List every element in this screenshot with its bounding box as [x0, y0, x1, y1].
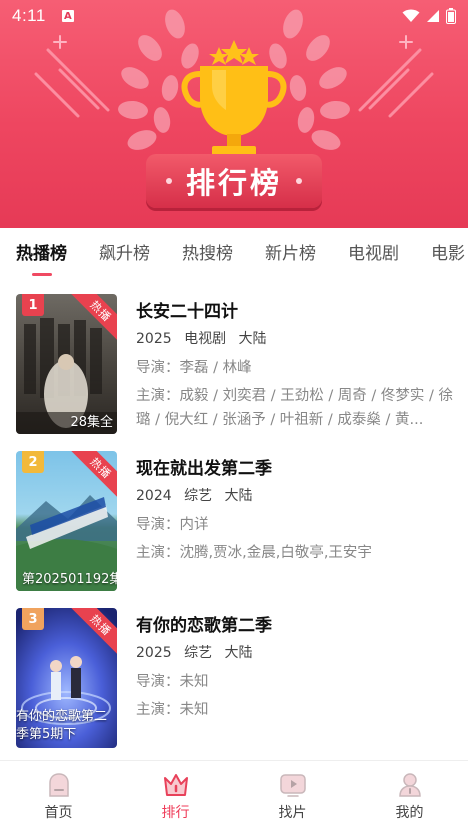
poster-image[interactable]: 1 热播 28集全: [16, 294, 117, 434]
tab-tv[interactable]: 电视剧: [348, 236, 399, 276]
crown-icon: [163, 773, 188, 796]
list-item[interactable]: 1 热播 28集全 长安二十四计 2025 电视剧 大陆 导演：李磊 / 林峰 …: [0, 284, 468, 434]
nav-find[interactable]: 找片: [234, 761, 351, 832]
nav-home[interactable]: 首页: [0, 761, 117, 832]
rank-badge: 3: [22, 608, 44, 630]
item-title: 现在就出发第二季: [136, 459, 272, 479]
battery-icon: [446, 8, 456, 24]
episode-label: 28集全: [70, 415, 113, 430]
play-icon: [279, 773, 306, 797]
item-year: 2025: [136, 645, 172, 661]
item-region: 大陆: [224, 645, 253, 661]
item-genre: 综艺: [184, 488, 213, 504]
status-time: 4:11: [12, 6, 46, 25]
item-title: 有你的恋歌第二季: [136, 616, 272, 636]
nav-rank[interactable]: 排行: [117, 761, 234, 832]
item-cast: 主演：沈腾,贾冰,金晨,白敬亭,王安宇: [136, 545, 372, 561]
rank-badge: 2: [22, 451, 44, 473]
item-meta: 2024 综艺 大陆: [136, 485, 456, 505]
nav-label: 我的: [395, 804, 424, 821]
poster-image[interactable]: 3 热播 有你的恋歌第二季第5期下: [16, 608, 117, 748]
episode-label: 有你的恋歌第二季第5期下: [16, 709, 108, 742]
tab-search[interactable]: 热搜榜: [182, 236, 233, 276]
wifi-icon: [402, 9, 420, 22]
banner-dot: [165, 178, 172, 184]
item-year: 2025: [136, 331, 172, 347]
status-bar: 4:11 A: [0, 0, 468, 32]
episode-label: 第202501192集: [22, 572, 117, 587]
banner-dot: [296, 178, 302, 184]
item-genre: 电视剧: [184, 331, 227, 347]
item-director: 导演：内详: [136, 517, 209, 533]
nav-mine[interactable]: 我的: [351, 761, 468, 832]
item-title: 长安二十四计: [136, 302, 238, 322]
item-info: 现在就出发第二季 2024 综艺 大陆 导演：内详 主演：沈腾,贾冰,金晨,白敬…: [136, 455, 456, 565]
item-director: 导演：李磊 / 林峰: [136, 360, 252, 376]
tab-hot[interactable]: 热播榜: [16, 236, 67, 276]
item-meta: 2025 综艺 大陆: [136, 642, 456, 662]
nav-label: 排行: [161, 804, 190, 821]
bottom-nav: 首页 排行 找片 我的: [0, 760, 468, 832]
rank-badge: 1: [22, 294, 44, 316]
page-title: 排行榜: [185, 166, 282, 200]
rank-tabs: 热播榜 飙升榜 热搜榜 新片榜 电视剧 电影: [0, 228, 468, 284]
tab-movie[interactable]: 电影: [431, 236, 465, 276]
item-year: 2024: [136, 488, 172, 504]
user-icon: [398, 772, 421, 797]
list-item[interactable]: 3 热播 有你的恋歌第二季第5期下 有你的恋歌第二季 2025 综艺 大陆 导演…: [0, 598, 468, 748]
home-icon: [48, 772, 69, 797]
item-region: 大陆: [238, 331, 267, 347]
item-cast: 主演：未知: [136, 702, 209, 718]
tab-rising[interactable]: 飙升榜: [99, 236, 150, 276]
item-info: 长安二十四计 2025 电视剧 大陆 导演：李磊 / 林峰 主演：成毅 / 刘奕…: [136, 298, 456, 432]
rank-banner: 排行榜: [146, 154, 322, 208]
list-item[interactable]: 2 热播 第202501192集 现在就出发第二季 2024 综艺 大陆 导演：…: [0, 441, 468, 591]
tab-new[interactable]: 新片榜: [265, 236, 316, 276]
nav-label: 首页: [44, 804, 73, 821]
hero-header: 排行榜: [0, 0, 468, 228]
item-meta: 2025 电视剧 大陆: [136, 328, 456, 348]
item-genre: 综艺: [184, 645, 213, 661]
nav-label: 找片: [278, 804, 307, 821]
item-director: 导演：未知: [136, 674, 209, 690]
item-cast: 主演：成毅 / 刘奕君 / 王劲松 / 周奇 / 佟梦实 / 徐璐 / 倪大红 …: [136, 388, 454, 428]
signal-icon: [427, 10, 439, 22]
item-info: 有你的恋歌第二季 2025 综艺 大陆 导演：未知 主演：未知: [136, 612, 456, 722]
notification-icon: A: [61, 10, 74, 22]
poster-image[interactable]: 2 热播 第202501192集: [16, 451, 117, 591]
item-region: 大陆: [224, 488, 253, 504]
